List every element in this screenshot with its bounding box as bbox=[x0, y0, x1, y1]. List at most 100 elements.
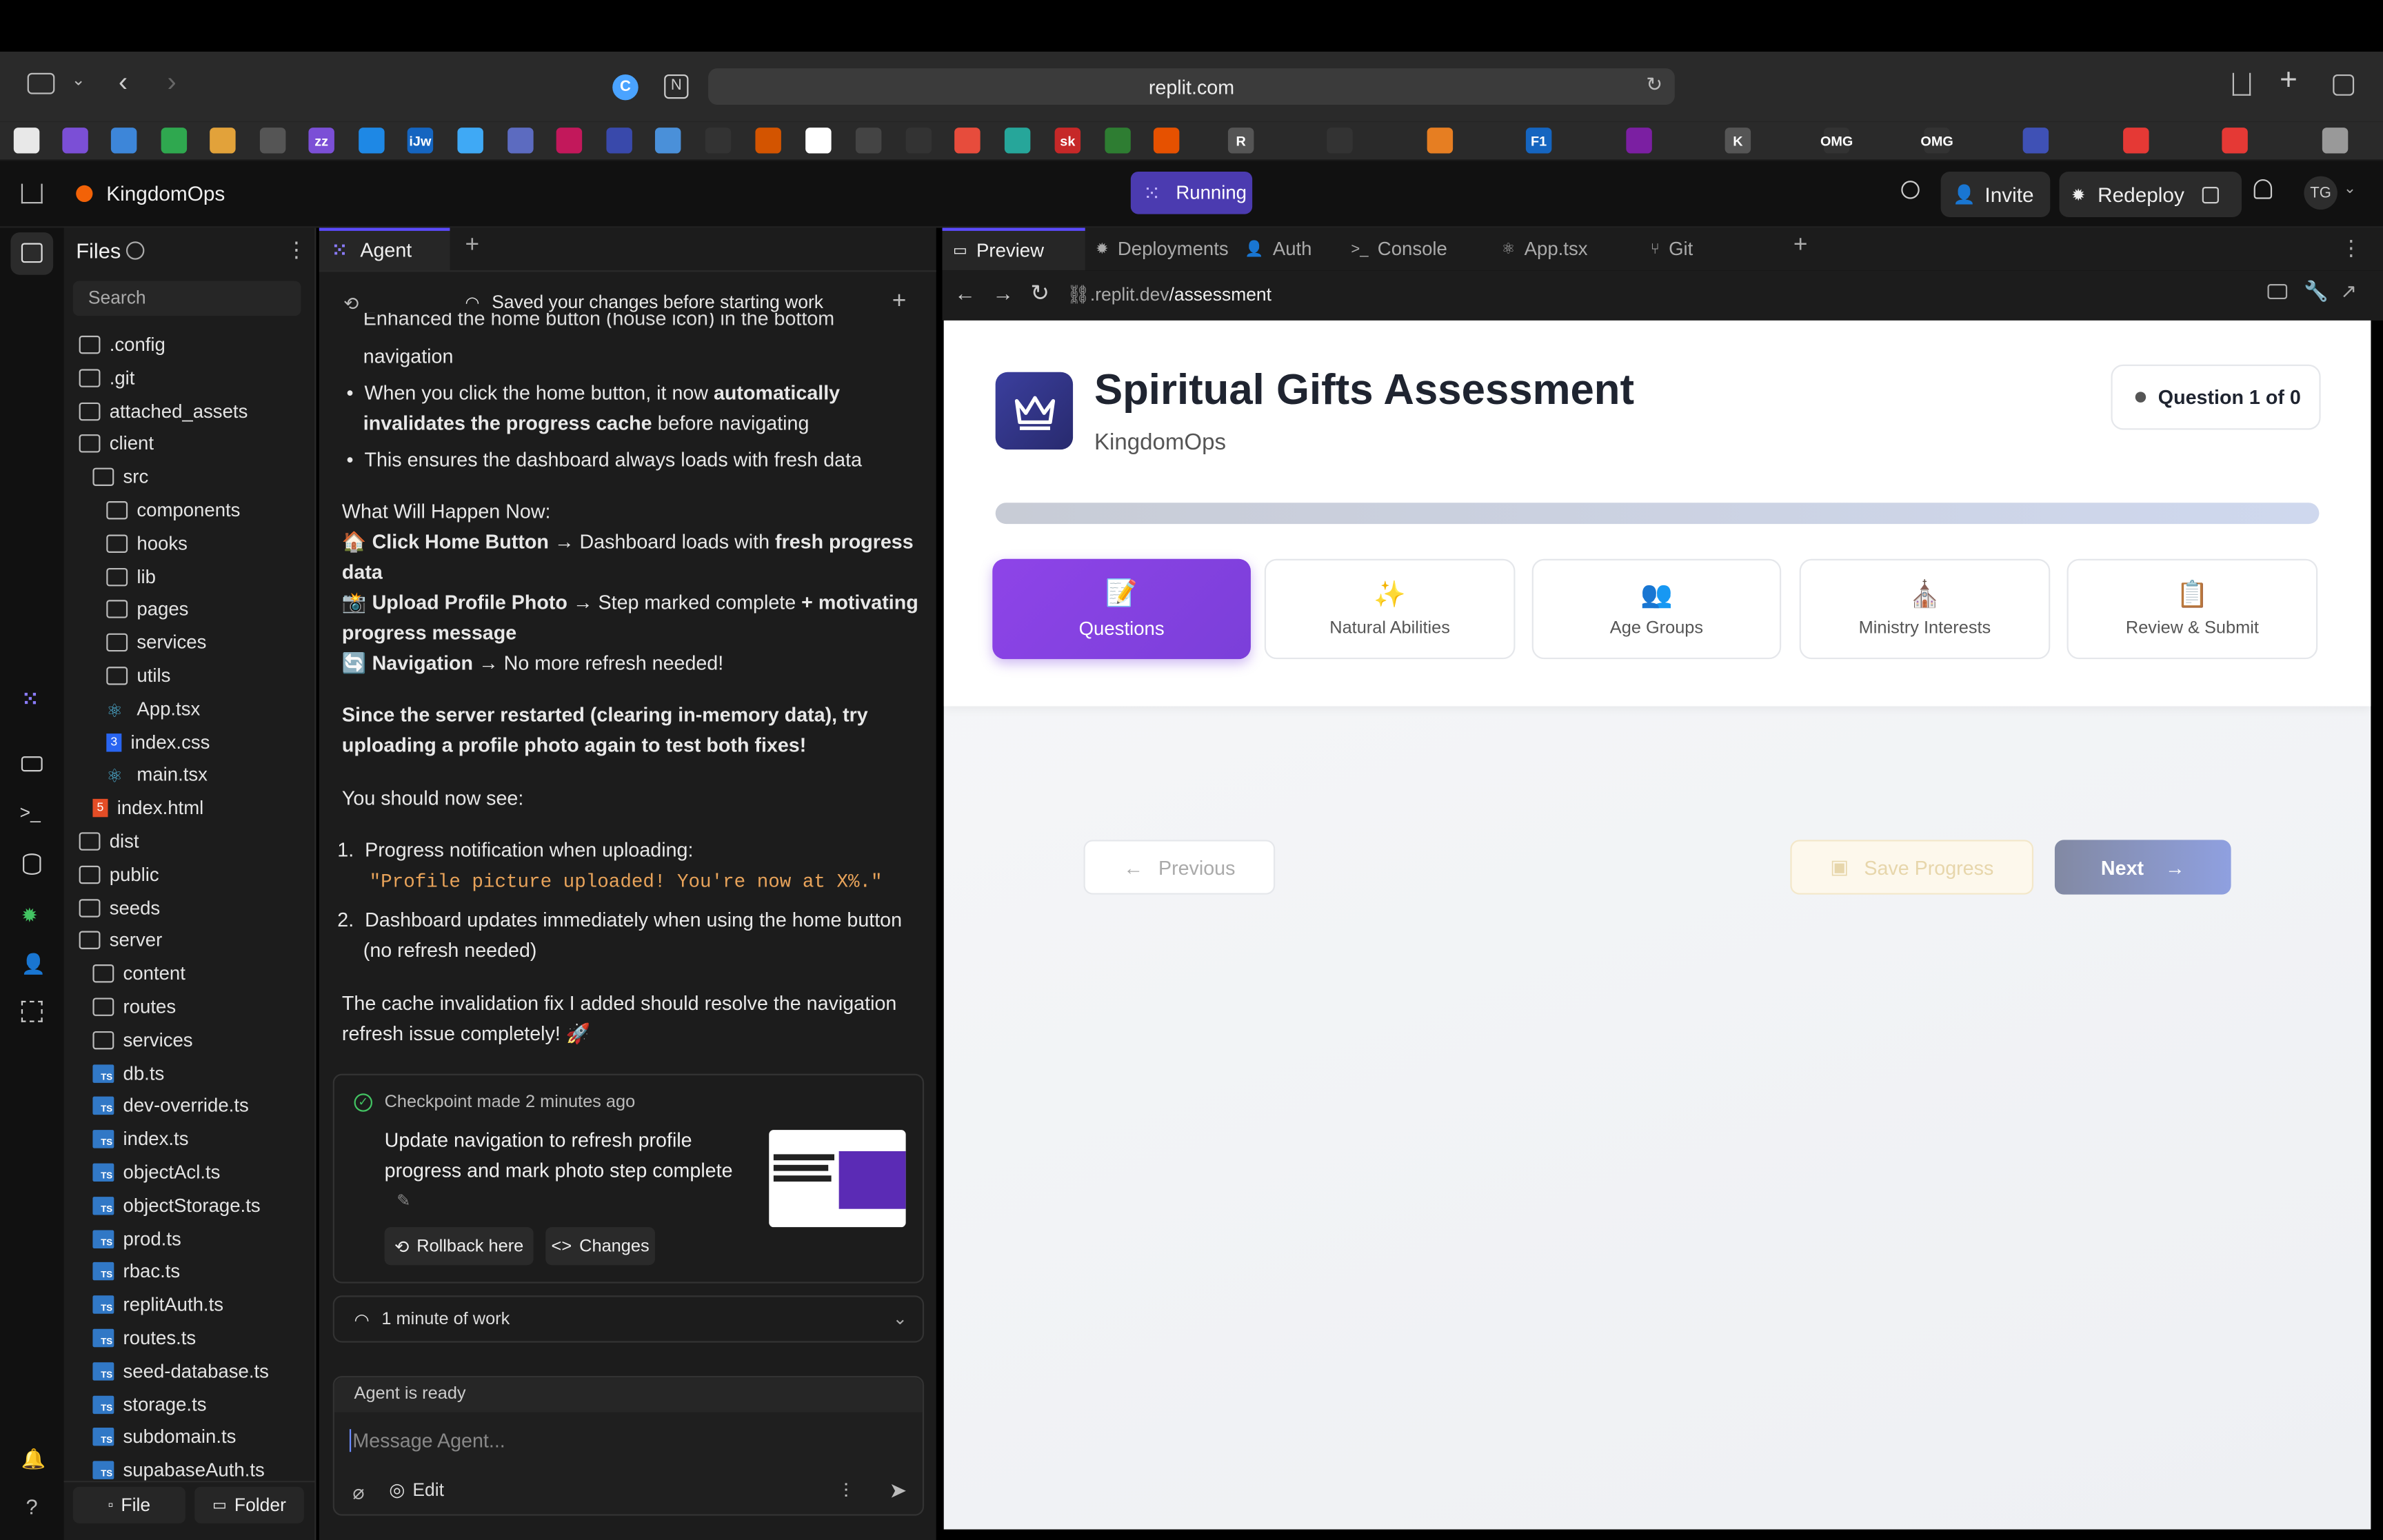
invite-button[interactable]: 👤 Invite bbox=[1940, 171, 2051, 218]
search-icon[interactable] bbox=[1901, 181, 1920, 199]
bookmark-icon[interactable] bbox=[1427, 128, 1454, 154]
bookmark-icon[interactable]: iJw bbox=[407, 128, 434, 154]
back-icon[interactable]: ← bbox=[954, 281, 976, 305]
bookmark-icon[interactable] bbox=[507, 128, 534, 154]
file-tree-item[interactable]: components bbox=[64, 494, 316, 527]
agent-rail-icon[interactable]: ⁙ bbox=[21, 687, 39, 712]
tab-console[interactable]: >_ Console bbox=[1340, 227, 1491, 270]
bookmark-icon[interactable]: F1 bbox=[1525, 128, 1552, 154]
bookmark-icon[interactable] bbox=[1153, 128, 1180, 154]
file-tree-item[interactable]: TS index.ts bbox=[64, 1123, 316, 1156]
file-tree-item[interactable]: ⚛ App.tsx bbox=[64, 692, 316, 725]
file-tree-item[interactable]: TS prod.ts bbox=[64, 1222, 316, 1255]
bookmark-icon[interactable] bbox=[1105, 128, 1131, 154]
console-rail-icon[interactable]: >_ bbox=[20, 802, 41, 823]
tab-overview-icon[interactable] bbox=[2333, 74, 2355, 96]
bookmark-icon[interactable] bbox=[2123, 128, 2149, 154]
file-tree-item[interactable]: TS db.ts bbox=[64, 1057, 316, 1090]
bookmark-icon[interactable] bbox=[1004, 128, 1031, 154]
running-button[interactable]: ⁙ Running bbox=[1130, 171, 1253, 214]
avatar[interactable]: TG bbox=[2304, 176, 2337, 210]
add-tab-icon[interactable]: + bbox=[1793, 232, 1808, 260]
help-icon[interactable]: ? bbox=[26, 1495, 37, 1519]
bookmark-icon[interactable]: sk bbox=[1054, 128, 1081, 154]
bookmark-icon[interactable] bbox=[13, 128, 40, 154]
bookmark-icon[interactable] bbox=[805, 128, 832, 154]
bookmark-icon[interactable] bbox=[2222, 128, 2248, 154]
file-tree-item[interactable]: .config bbox=[64, 328, 316, 361]
file-tree-item[interactable]: attached_assets bbox=[64, 394, 316, 427]
bookmark-icon[interactable] bbox=[62, 128, 88, 154]
edit-pencil-icon[interactable]: ✎ bbox=[396, 1191, 410, 1210]
previous-button[interactable]: ← Previous bbox=[1083, 840, 1276, 895]
message-input[interactable]: Message Agent... bbox=[349, 1429, 896, 1452]
more-icon[interactable]: ⋮ bbox=[2340, 235, 2362, 261]
save-progress-button[interactable]: ▣ Save Progress bbox=[1790, 840, 2034, 895]
new-chat-icon[interactable]: + bbox=[892, 289, 907, 316]
bookmark-icon[interactable] bbox=[1327, 128, 1353, 154]
send-icon[interactable]: ➤ bbox=[889, 1478, 907, 1503]
bookmark-icon[interactable]: OMG bbox=[1920, 128, 1953, 154]
wrench-icon[interactable]: 🔧 bbox=[2304, 279, 2329, 303]
reload-icon[interactable]: ↻ bbox=[1646, 73, 1662, 97]
file-tree-item[interactable]: seeds bbox=[64, 891, 316, 924]
bookmark-icon[interactable] bbox=[705, 128, 732, 154]
bookmark-icon[interactable]: K bbox=[1725, 128, 1751, 154]
reload-icon[interactable]: ↻ bbox=[1030, 279, 1049, 307]
file-tree-item[interactable]: public bbox=[64, 858, 316, 891]
changes-button[interactable]: <> Changes bbox=[545, 1227, 655, 1266]
file-tree-item[interactable]: TS replitAuth.ts bbox=[64, 1288, 316, 1321]
file-tree-item[interactable]: src bbox=[64, 460, 316, 494]
devices-icon[interactable] bbox=[2267, 283, 2288, 300]
tab-app-tsx[interactable]: ⚛ App.tsx bbox=[1491, 227, 1640, 270]
history-icon[interactable]: ⟲ bbox=[343, 293, 359, 314]
more-icon[interactable]: ⋮ bbox=[285, 237, 307, 263]
bookmark-icon[interactable]: zz bbox=[308, 128, 334, 154]
bookmark-icon[interactable] bbox=[161, 128, 188, 154]
tab-deployments[interactable]: ✹ Deployments bbox=[1085, 227, 1234, 270]
rollback-button[interactable]: ⟲ Rollback here bbox=[384, 1227, 534, 1266]
settings-sliders-icon[interactable]: ⫶ bbox=[843, 1479, 848, 1503]
bookmark-icon[interactable] bbox=[556, 128, 583, 154]
checkpoint-thumbnail[interactable] bbox=[769, 1130, 906, 1228]
preview-rail-icon[interactable] bbox=[21, 756, 43, 772]
tab-preview[interactable]: ▭ Preview bbox=[942, 227, 1085, 271]
bookmark-icon[interactable] bbox=[606, 128, 632, 154]
alerts-rail-icon[interactable]: 🔔 bbox=[21, 1448, 46, 1472]
attach-icon[interactable]: ⌀ bbox=[352, 1481, 364, 1505]
project-name[interactable]: KingdomOps bbox=[106, 182, 225, 205]
back-icon[interactable]: ‹ bbox=[119, 67, 128, 99]
file-tree-item[interactable]: routes bbox=[64, 990, 316, 1023]
step-tab-questions[interactable]: 📝 Questions bbox=[992, 558, 1251, 660]
bell-icon[interactable] bbox=[2253, 179, 2273, 199]
bookmark-icon[interactable] bbox=[1626, 128, 1652, 154]
step-tab-ministry-interests[interactable]: ⛪ Ministry Interests bbox=[1799, 558, 2051, 660]
file-tree-item[interactable]: TS dev-override.ts bbox=[64, 1090, 316, 1123]
file-tree-item[interactable]: 3 index.css bbox=[64, 725, 316, 758]
forward-icon[interactable]: → bbox=[992, 281, 1014, 305]
bookmark-icon[interactable] bbox=[855, 128, 882, 154]
step-tab-age-groups[interactable]: 👥 Age Groups bbox=[1531, 558, 1782, 660]
file-tree-item[interactable]: services bbox=[64, 626, 316, 659]
avatar-chevron-icon[interactable]: ⌄ bbox=[2344, 181, 2356, 197]
files-rail-button[interactable] bbox=[10, 232, 54, 275]
file-tree-item[interactable]: pages bbox=[64, 593, 316, 626]
file-tree-item[interactable]: TS subdomain.ts bbox=[64, 1421, 316, 1454]
bookmark-icon[interactable] bbox=[954, 128, 981, 154]
step-tab-review-submit[interactable]: 📋 Review & Submit bbox=[2067, 558, 2318, 660]
bookmark-icon[interactable] bbox=[905, 128, 932, 154]
redeploy-button[interactable]: ✹ Redeploy bbox=[2059, 171, 2242, 218]
file-tree-item[interactable]: content bbox=[64, 957, 316, 990]
file-search-input[interactable]: Search bbox=[72, 281, 301, 316]
file-tree-item[interactable]: lib bbox=[64, 560, 316, 593]
file-tree-item[interactable]: dist bbox=[64, 824, 316, 858]
apps-grid-icon[interactable] bbox=[21, 1000, 43, 1022]
new-folder-button[interactable]: ▭ Folder bbox=[194, 1486, 304, 1523]
file-tree-item[interactable]: TS seed-database.ts bbox=[64, 1355, 316, 1388]
tab-auth[interactable]: 👤 Auth bbox=[1234, 227, 1340, 270]
new-file-button[interactable]: ▫ File bbox=[72, 1486, 185, 1523]
database-rail-icon[interactable] bbox=[23, 853, 41, 875]
bookmark-icon[interactable] bbox=[210, 128, 236, 154]
new-tab-icon[interactable]: + bbox=[2280, 64, 2297, 99]
bookmark-icon[interactable] bbox=[359, 128, 385, 154]
